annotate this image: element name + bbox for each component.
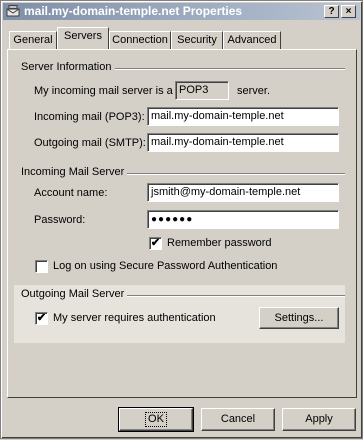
account-name-input[interactable]: jsmith@my-domain-temple.net	[147, 183, 339, 202]
settings-button[interactable]: Settings...	[259, 307, 339, 329]
incoming-mail-label: Incoming mail (POP3):	[34, 111, 145, 123]
server-information-divider	[115, 68, 345, 70]
server-type-field: POP3	[175, 81, 229, 100]
spa-checkbox[interactable]	[35, 260, 48, 273]
remember-password-checkbox[interactable]: ✔	[149, 237, 162, 250]
password-label: Password:	[34, 214, 86, 226]
apply-button-label: Apply	[305, 413, 333, 425]
properties-dialog: mail.my-domain-temple.net Properties ? ×…	[0, 0, 363, 439]
requires-authentication-label[interactable]: My server requires authentication	[53, 312, 216, 324]
incoming-mail-server-heading: Incoming Mail Server	[21, 166, 125, 178]
incoming-mail-server-divider	[127, 173, 345, 175]
outgoing-mail-input[interactable]: mail.my-domain-temple.net	[147, 133, 339, 152]
ok-button-label: OK	[145, 412, 167, 427]
incoming-mail-input[interactable]: mail.my-domain-temple.net	[147, 107, 339, 126]
password-input[interactable]: ●●●●●●	[147, 210, 339, 229]
remember-password-label[interactable]: Remember password	[167, 237, 272, 249]
outgoing-mail-server-divider	[127, 295, 345, 297]
outgoing-mail-label: Outgoing mail (SMTP):	[34, 137, 146, 149]
server-information-heading: Server Information	[21, 61, 112, 73]
account-name-label: Account name:	[34, 187, 108, 199]
spa-label[interactable]: Log on using Secure Password Authenticat…	[53, 260, 277, 272]
outgoing-mail-server-heading: Outgoing Mail Server	[21, 288, 125, 300]
cancel-button-label: Cancel	[220, 413, 256, 425]
requires-authentication-checkbox[interactable]: ✔	[35, 312, 48, 325]
apply-button[interactable]: Apply	[282, 408, 356, 431]
cancel-button[interactable]: Cancel	[201, 408, 275, 431]
incoming-type-suffix: server.	[237, 85, 271, 97]
incoming-type-prefix: My incoming mail server is a	[34, 85, 173, 97]
ok-button[interactable]: OK	[118, 407, 194, 432]
settings-button-label: Settings...	[274, 312, 324, 324]
